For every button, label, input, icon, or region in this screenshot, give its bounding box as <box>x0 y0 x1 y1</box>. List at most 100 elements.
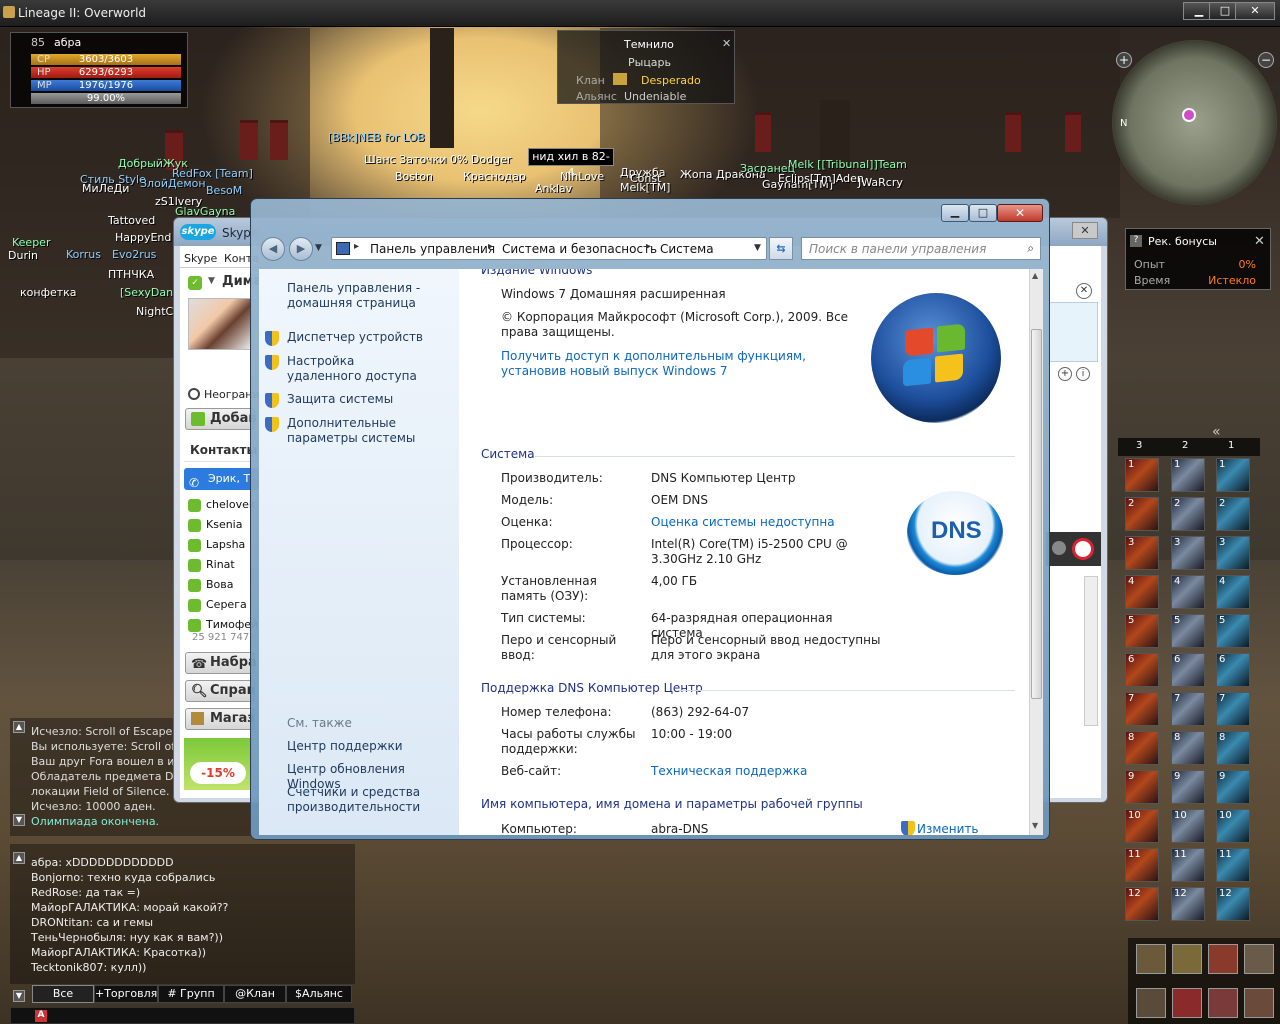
shortcut-slot[interactable]: 6 <box>1171 653 1205 687</box>
chat-tab-clan[interactable]: @Клан <box>224 985 286 1003</box>
contact-item[interactable]: Rinat <box>184 555 235 575</box>
back-icon[interactable]: ◀ <box>261 237 285 261</box>
shortcut-slot[interactable]: 4 <box>1171 575 1205 609</box>
player-name-label[interactable]: ЗлойДемон <box>140 177 206 190</box>
forward-icon[interactable]: ▶ <box>289 237 313 261</box>
chevron-down-icon[interactable]: ▼ <box>208 276 215 286</box>
nav-device-manager[interactable]: Диспетчер устройств <box>287 330 423 345</box>
contact-item[interactable]: Серега <box>184 595 247 615</box>
chat-tab-all[interactable]: Все <box>32 985 94 1003</box>
chat-tab-trade[interactable]: +Торговля <box>94 985 158 1003</box>
player-name-label[interactable]: Boston <box>395 170 433 183</box>
clan-icon[interactable] <box>1172 988 1202 1018</box>
scroll-down-icon[interactable]: ▼ <box>13 990 25 1002</box>
player-name-label[interactable]: МиЛеДи <box>82 182 129 195</box>
chat-input[interactable]: A <box>10 1007 355 1024</box>
shortcut-slot[interactable]: 2 <box>1216 497 1250 531</box>
player-name-label[interactable]: Tattoved <box>108 214 155 227</box>
shortcut-slot[interactable]: 9 <box>1216 770 1250 804</box>
shortcut-slot[interactable]: 7 <box>1171 692 1205 726</box>
contact-item[interactable]: Lapsha <box>184 535 245 555</box>
map-icon[interactable] <box>1136 988 1166 1018</box>
chevron-down-icon[interactable] <box>1052 541 1066 555</box>
minimap[interactable]: N <box>1112 40 1277 205</box>
shortcut-slot[interactable]: 6 <box>1216 653 1250 687</box>
player-name-label[interactable]: Evo2rus <box>112 248 156 261</box>
dial-button[interactable]: ☎ Набра <box>185 652 257 674</box>
close-icon[interactable]: ✕ <box>722 37 731 50</box>
player-name-label[interactable]: NightC <box>136 305 173 318</box>
shortcut-slot[interactable]: 3 <box>1216 536 1250 570</box>
player-name-label[interactable]: Eclips[Tm]Aden <box>778 172 864 185</box>
promo-banner[interactable]: -15% <box>184 738 252 790</box>
breadcrumb-security[interactable]: Система и безопасность <box>502 242 657 256</box>
shortcut-slot[interactable]: 1 <box>1171 458 1205 492</box>
shortcut-slot[interactable]: 5 <box>1216 614 1250 648</box>
quest-icon[interactable] <box>1244 944 1274 974</box>
search-icon[interactable]: ⌕ <box>1027 241 1034 256</box>
player-name-label[interactable]: Durin <box>8 249 38 262</box>
shortcut-slot[interactable]: 8 <box>1216 731 1250 765</box>
player-name-label[interactable]: [BBk]NEB for LOB <box>328 131 425 144</box>
zoom-out-icon[interactable]: − <box>1258 52 1274 68</box>
player-name-label[interactable]: BesoM <box>206 184 242 197</box>
close-icon[interactable]: ✕ <box>1072 222 1098 239</box>
help-icon[interactable]: ? <box>1130 235 1142 247</box>
contact-item[interactable]: chelovek <box>184 495 255 515</box>
add-icon[interactable]: + <box>1058 367 1072 381</box>
close-button[interactable]: ✕ <box>997 204 1043 222</box>
avatar[interactable] <box>188 298 252 350</box>
scroll-up-icon[interactable]: ▲ <box>13 852 25 864</box>
shortcut-slot[interactable]: 4 <box>1125 575 1159 609</box>
address-bar[interactable]: ▸ Панель управления ▸ Система и безопасн… <box>331 237 767 260</box>
hangup-icon[interactable] <box>1072 538 1094 560</box>
close-button[interactable]: ✕ <box>1235 2 1275 20</box>
character-icon[interactable] <box>1136 944 1166 974</box>
scroll-down-icon[interactable]: ▼ <box>1032 821 1038 830</box>
info-value[interactable]: Оценка системы недоступна <box>651 515 881 530</box>
player-name-label[interactable]: Anklav <box>535 182 572 195</box>
player-status-panel[interactable]: 85 абра 3603/3603 CP 6293/6293 HP 1976/1… <box>10 32 188 108</box>
shortcut-slot[interactable]: 12 <box>1125 887 1159 921</box>
shortcut-slot[interactable]: 2 <box>1171 497 1205 531</box>
nav-system-protection[interactable]: Защита системы <box>287 392 393 407</box>
system-window[interactable]: ▁ □ ✕ ◀ ▶ ▼ ▸ Панель управления ▸ Систем… <box>250 198 1050 840</box>
shortcut-slot[interactable]: 6 <box>1125 653 1159 687</box>
system-menu-icon[interactable] <box>1244 988 1274 1018</box>
change-settings-link[interactable]: Изменить <box>917 822 979 835</box>
support-value[interactable]: Техническая поддержка <box>651 764 881 779</box>
scroll-up-icon[interactable]: ▲ <box>13 721 25 733</box>
target-window[interactable]: Темнило ✕ Рыцарь Клан Desperado Альянс U… <box>557 30 735 104</box>
scroll-thumb[interactable] <box>1031 329 1042 699</box>
maximize-button[interactable]: □ <box>969 204 997 222</box>
scroll-down-icon[interactable]: ▼ <box>13 814 25 826</box>
contact-item[interactable]: Ksenia <box>184 515 242 535</box>
shortcut-slot[interactable]: 10 <box>1171 809 1205 843</box>
upgrade-link[interactable]: Получить доступ к дополнительным функция… <box>501 349 841 379</box>
shortcut-slot[interactable]: 5 <box>1171 614 1205 648</box>
shortcut-slot[interactable]: 11 <box>1125 848 1159 882</box>
info-icon[interactable]: i <box>1076 367 1090 381</box>
shortcut-slot[interactable]: 1 <box>1216 458 1250 492</box>
actions-icon[interactable] <box>1208 944 1238 974</box>
nav-home-link[interactable]: Панель управления - домашняя страница <box>287 281 447 311</box>
shortcut-slot[interactable]: 3 <box>1125 536 1159 570</box>
help-button[interactable]: 🔍︎ Справ <box>185 680 255 702</box>
expand-icon[interactable]: « <box>1212 424 1221 440</box>
selected-contact[interactable]: ✆ Эрик, Т <box>184 468 259 490</box>
shortcut-slot[interactable]: 9 <box>1171 770 1205 804</box>
player-name-label[interactable]: Korrus <box>66 248 101 261</box>
shortcut-slot[interactable]: 5 <box>1125 614 1159 648</box>
player-name-label[interactable]: HappyEnd <box>115 231 171 244</box>
shortcut-slot[interactable]: 1 <box>1125 458 1159 492</box>
shortcut-slot[interactable]: 4 <box>1216 575 1250 609</box>
nav-advanced-settings[interactable]: Дополнительные параметры системы <box>287 416 457 446</box>
search-input[interactable]: Поиск в панели управления ⌕ <box>801 237 1041 260</box>
system-window-caption[interactable]: ▁ □ ✕ <box>251 199 1049 233</box>
shortcut-slot[interactable]: 3 <box>1171 536 1205 570</box>
shortcut-slot[interactable]: 11 <box>1216 848 1250 882</box>
player-name-label[interactable]: JWaRcry <box>858 176 903 189</box>
shortcut-slot[interactable]: 8 <box>1125 731 1159 765</box>
player-name-label[interactable]: [SexyDan <box>120 286 173 299</box>
shortcut-slot[interactable]: 11 <box>1171 848 1205 882</box>
